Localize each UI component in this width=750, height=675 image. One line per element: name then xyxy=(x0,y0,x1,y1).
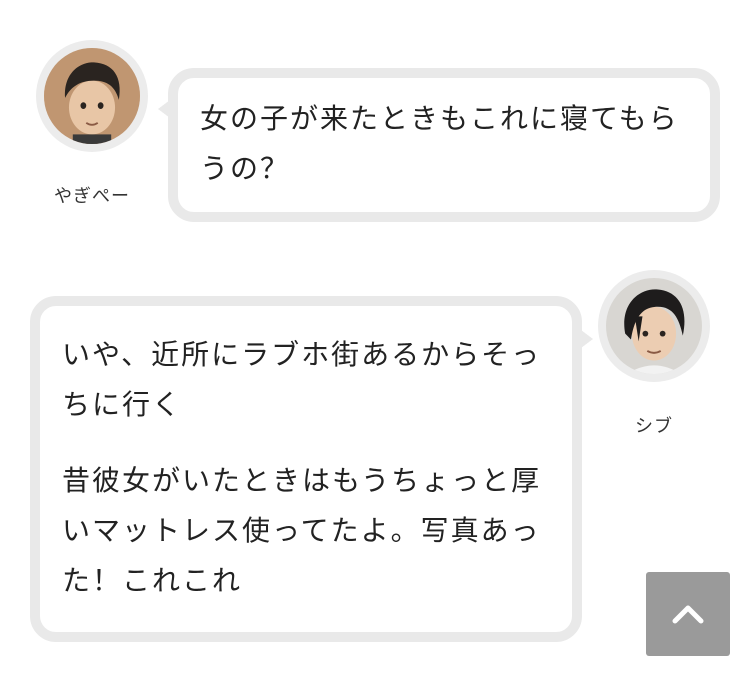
avatar-shibu xyxy=(598,270,710,382)
message-text: 昔彼女がいたときはもうちょっと厚いマットレス使ってたよ。写真あった！これこれ xyxy=(62,464,542,597)
avatar-yagipe xyxy=(36,40,148,152)
message-text: いや、近所にラブホ街あるからそっちに行く xyxy=(62,338,542,421)
person-avatar-icon xyxy=(606,278,702,374)
message-bubble-shibu: いや、近所にラブホ街あるからそっちに行く 昔彼女がいたときはもうちょっと厚いマッ… xyxy=(30,296,582,642)
speaker-name-yagipe: やぎぺー xyxy=(54,186,130,207)
person-avatar-icon xyxy=(44,48,140,144)
speaker-name-shibu: シブ xyxy=(635,416,673,437)
message-bubble-yagipe: 女の子が来たときもこれに寝てもらうの？ xyxy=(168,68,720,222)
bubble-tail xyxy=(581,330,593,348)
scroll-to-top-button[interactable] xyxy=(646,572,730,656)
chevron-up-icon xyxy=(672,605,704,624)
message-text: 女の子が来たときもこれに寝てもらうの？ xyxy=(200,102,679,185)
